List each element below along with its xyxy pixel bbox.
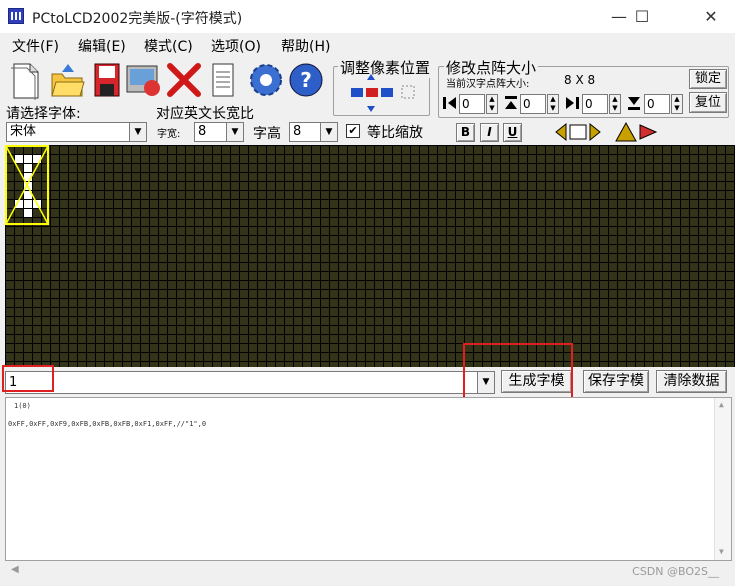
annotation-box-input [2,365,54,392]
current-matrix-value: 8 X 8 [564,73,596,87]
bottom-spin-arrows[interactable]: ▲ ▼ [671,94,683,114]
notepad-icon[interactable] [208,60,242,100]
char-height-select[interactable]: 8 ▼ [289,122,338,142]
right-spin-input[interactable]: 0 [582,94,608,114]
menu-bar: 文件(F) 编辑(E) 模式(C) 选项(O) 帮助(H) [0,33,735,57]
bottom-spin-input[interactable]: 0 [644,94,670,114]
char-height-label: 字高 [253,126,281,142]
proportional-checkbox[interactable]: ✔ [346,124,360,138]
pixel-arrows[interactable] [344,72,424,116]
menu-file[interactable]: 文件(F) [12,36,59,56]
help-icon[interactable]: ? [286,60,323,100]
chevron-down-icon[interactable]: ▼ [129,123,146,141]
delete-x-icon[interactable] [166,60,201,100]
mirror-horizontal-icon[interactable] [554,121,602,143]
horizontal-scrollbar[interactable]: ◀ [5,561,715,581]
scroll-up-icon[interactable]: ▲ [719,400,724,409]
new-file-icon[interactable] [8,60,42,100]
bottom-grow-icon [626,95,642,111]
dot-matrix-grid[interactable] [5,145,735,367]
menu-options[interactable]: 选项(O) [211,36,261,56]
chevron-down-icon[interactable]: ▼ [320,123,337,141]
import-image-icon[interactable] [124,60,160,100]
open-folder-icon[interactable] [48,60,85,100]
right-spin-arrows[interactable]: ▲ ▼ [609,94,621,114]
scroll-left-icon[interactable]: ◀ [11,564,19,575]
window-title: PCtoLCD2002完美版-(字符模式) [32,11,243,27]
top-spin-arrows[interactable]: ▲ ▼ [547,94,559,114]
maximize-button[interactable]: ☐ [619,0,665,33]
top-grow-icon [503,95,519,111]
bold-button[interactable]: B [456,123,475,142]
char-width-select[interactable]: 8 ▼ [194,122,244,142]
menu-help[interactable]: 帮助(H) [281,36,330,56]
save-button[interactable]: 保存字模 [583,370,649,393]
menu-mode[interactable]: 模式(C) [144,36,193,56]
glyph-preview [5,145,49,225]
title-bar: PCtoLCD2002完美版-(字符模式) — ☐ ✕ [0,0,735,33]
left-spin-arrows[interactable]: ▲ ▼ [486,94,498,114]
settings-gear-icon[interactable] [246,60,282,100]
output-text-area[interactable]: 1(0) 0xFF,0xFF,0xF9,0xFB,0xFB,0xFB,0xF1,… [5,397,732,561]
watermark: CSDN @BO2S__ [632,565,719,578]
top-spin-input[interactable]: 0 [520,94,546,114]
char-input[interactable]: 1 ▼ [5,371,495,394]
italic-button[interactable]: I [480,123,499,142]
app-icon [8,8,24,24]
font-select-label: 请选择字体: [6,106,81,122]
output-line-hex: 0xFF,0xFF,0xF9,0xFB,0xFB,0xFB,0xF1,0xFF,… [8,420,207,428]
reset-button[interactable]: 复位 [689,92,727,113]
svg-text:?: ? [300,68,312,92]
char-width-value: 8 [198,124,207,139]
close-button[interactable]: ✕ [688,0,734,33]
char-height-value: 8 [293,124,302,139]
lock-button[interactable]: 锁定 [689,69,727,89]
clear-data-button[interactable]: 清除数据 [656,370,727,393]
width-ratio-label: 对应英文长宽比 [156,106,254,122]
output-line-char: 1(0) [14,402,31,410]
chevron-down-icon[interactable]: ▼ [226,123,243,141]
underline-button[interactable]: U [503,123,522,142]
proportional-label: 等比缩放 [367,125,423,141]
rotate-icon[interactable] [612,121,660,143]
font-select-value: 宋体 [10,124,37,139]
scroll-down-icon[interactable]: ▼ [719,547,724,556]
save-disk-icon[interactable] [92,60,126,100]
left-grow-icon [442,95,458,111]
right-grow-icon [564,95,580,111]
char-width-label: 字宽: [157,129,181,140]
left-spin-input[interactable]: 0 [459,94,485,114]
vertical-scrollbar[interactable]: ▲ ▼ [714,398,731,560]
current-matrix-label: 当前汉字点阵大小: [446,79,530,90]
font-select[interactable]: 宋体 ▼ [6,122,147,142]
menu-edit[interactable]: 编辑(E) [78,36,126,56]
